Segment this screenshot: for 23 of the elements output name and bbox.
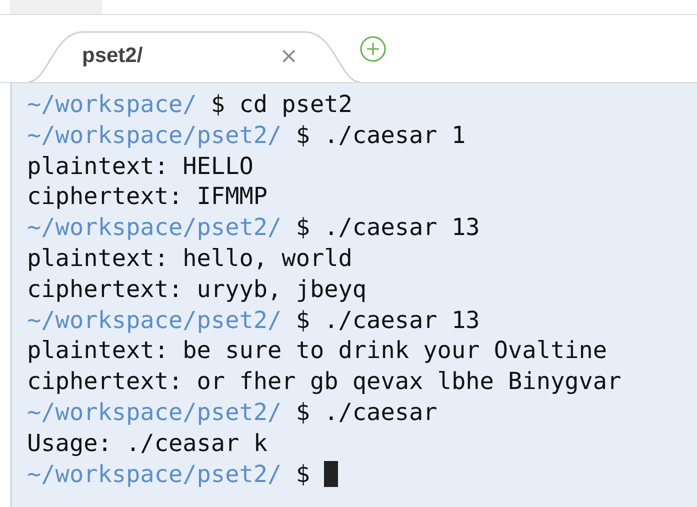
prompt-path: ~/workspace/pset2/ (27, 458, 282, 490)
terminal-tab[interactable]: pset2/ × (28, 30, 360, 82)
output-text: plaintext: hello, world (27, 242, 352, 274)
prompt-path: ~/workspace/pset2/ (27, 396, 282, 428)
output-text: Usage: ./ceasar k (27, 428, 268, 459)
prompt-path: ~/workspace/pset2/ (27, 304, 282, 336)
close-tab-button[interactable]: × (280, 44, 298, 68)
prompt-path: ~/workspace/pset2/ (27, 120, 282, 151)
output-text: ciphertext: uryyb, jbeyq (27, 274, 367, 305)
command-text: $ (296, 458, 310, 490)
prompt-path: ~/workspace/pset2/ (27, 212, 282, 243)
tab-label: pset2/ (82, 44, 143, 68)
output-text: ciphertext: or fher gb qevax lbhe Binygvar (27, 366, 622, 397)
output-text: plaintext: be sure to drink your Ovaltine (27, 335, 608, 366)
command-text: $ cd pset2 (210, 89, 352, 120)
command-text: $ ./caesar 13 (296, 212, 480, 243)
output-text: ciphertext: IFMMP (27, 181, 268, 212)
command-text: $ ./caesar 13 (296, 304, 480, 336)
command-text: $ ./caesar (296, 396, 438, 428)
command-text: $ ./caesar 1 (296, 120, 466, 151)
output-text: plaintext: HELLO (27, 150, 254, 182)
add-tab-icon[interactable] (360, 36, 386, 62)
prompt-path: ~/workspace/ (27, 89, 197, 120)
